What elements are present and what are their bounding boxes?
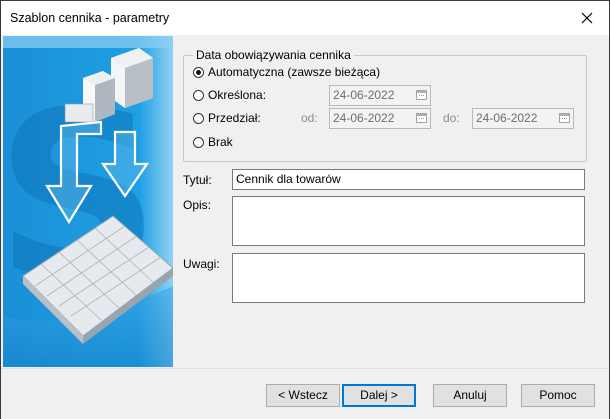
range-from-date-value: 24-06-2022	[333, 111, 395, 125]
description-textarea[interactable]	[232, 196, 585, 246]
close-button[interactable]	[565, 1, 609, 35]
description-label: Opis:	[183, 198, 212, 212]
radio-none-indicator[interactable]	[193, 136, 204, 148]
notes-label: Uwagi:	[183, 257, 220, 271]
calendar-icon[interactable]	[416, 90, 427, 100]
radio-specific[interactable]: Określona:	[193, 87, 266, 103]
close-icon	[581, 12, 593, 24]
calendar-icon[interactable]	[416, 113, 427, 123]
radio-specific-label: Określona:	[208, 88, 267, 102]
radio-range-label: Przedział:	[208, 111, 261, 125]
help-button[interactable]: Pomoc	[521, 384, 595, 407]
specific-date-value: 24-06-2022	[333, 88, 395, 102]
dialog-window: Szablon cennika - parametry Data obowiąz…	[0, 0, 610, 419]
radio-automatic[interactable]: Automatyczna (zawsze bieżąca)	[193, 64, 380, 80]
range-from-label: od:	[301, 111, 318, 125]
range-from-date-field[interactable]: 24-06-2022	[329, 108, 431, 129]
notes-textarea[interactable]	[232, 253, 585, 303]
title-input-value: Cennik dla towarów	[236, 172, 341, 186]
range-to-date-field[interactable]: 24-06-2022	[472, 108, 574, 129]
title-bar: Szablon cennika - parametry	[1, 1, 609, 35]
radio-automatic-label: Automatyczna (zawsze bieżąca)	[208, 65, 381, 79]
window-title: Szablon cennika - parametry	[10, 11, 170, 25]
radio-range[interactable]: Przedział:	[193, 110, 261, 126]
radio-none[interactable]: Brak	[193, 134, 233, 150]
next-button[interactable]: Dalej >	[342, 384, 416, 407]
back-button[interactable]: < Wstecz	[266, 384, 340, 407]
radio-range-indicator[interactable]	[193, 112, 204, 124]
title-input[interactable]: Cennik dla towarów	[232, 169, 585, 190]
button-bar: < Wstecz Dalej > Anuluj Pomoc	[1, 368, 609, 419]
wizard-banner-image: S	[3, 36, 173, 367]
radio-specific-indicator[interactable]	[193, 89, 204, 101]
range-to-label: do:	[443, 111, 460, 125]
cancel-button[interactable]: Anuluj	[433, 384, 507, 407]
title-label: Tytuł:	[183, 173, 212, 187]
calendar-icon[interactable]	[559, 113, 570, 123]
radio-automatic-indicator[interactable]	[193, 66, 204, 78]
validity-legend: Data obowiązywania cennika	[193, 47, 354, 63]
range-to-date-value: 24-06-2022	[476, 111, 538, 125]
specific-date-field[interactable]: 24-06-2022	[329, 85, 431, 106]
dialog-content: S	[1, 35, 609, 368]
radio-none-label: Brak	[208, 135, 233, 149]
